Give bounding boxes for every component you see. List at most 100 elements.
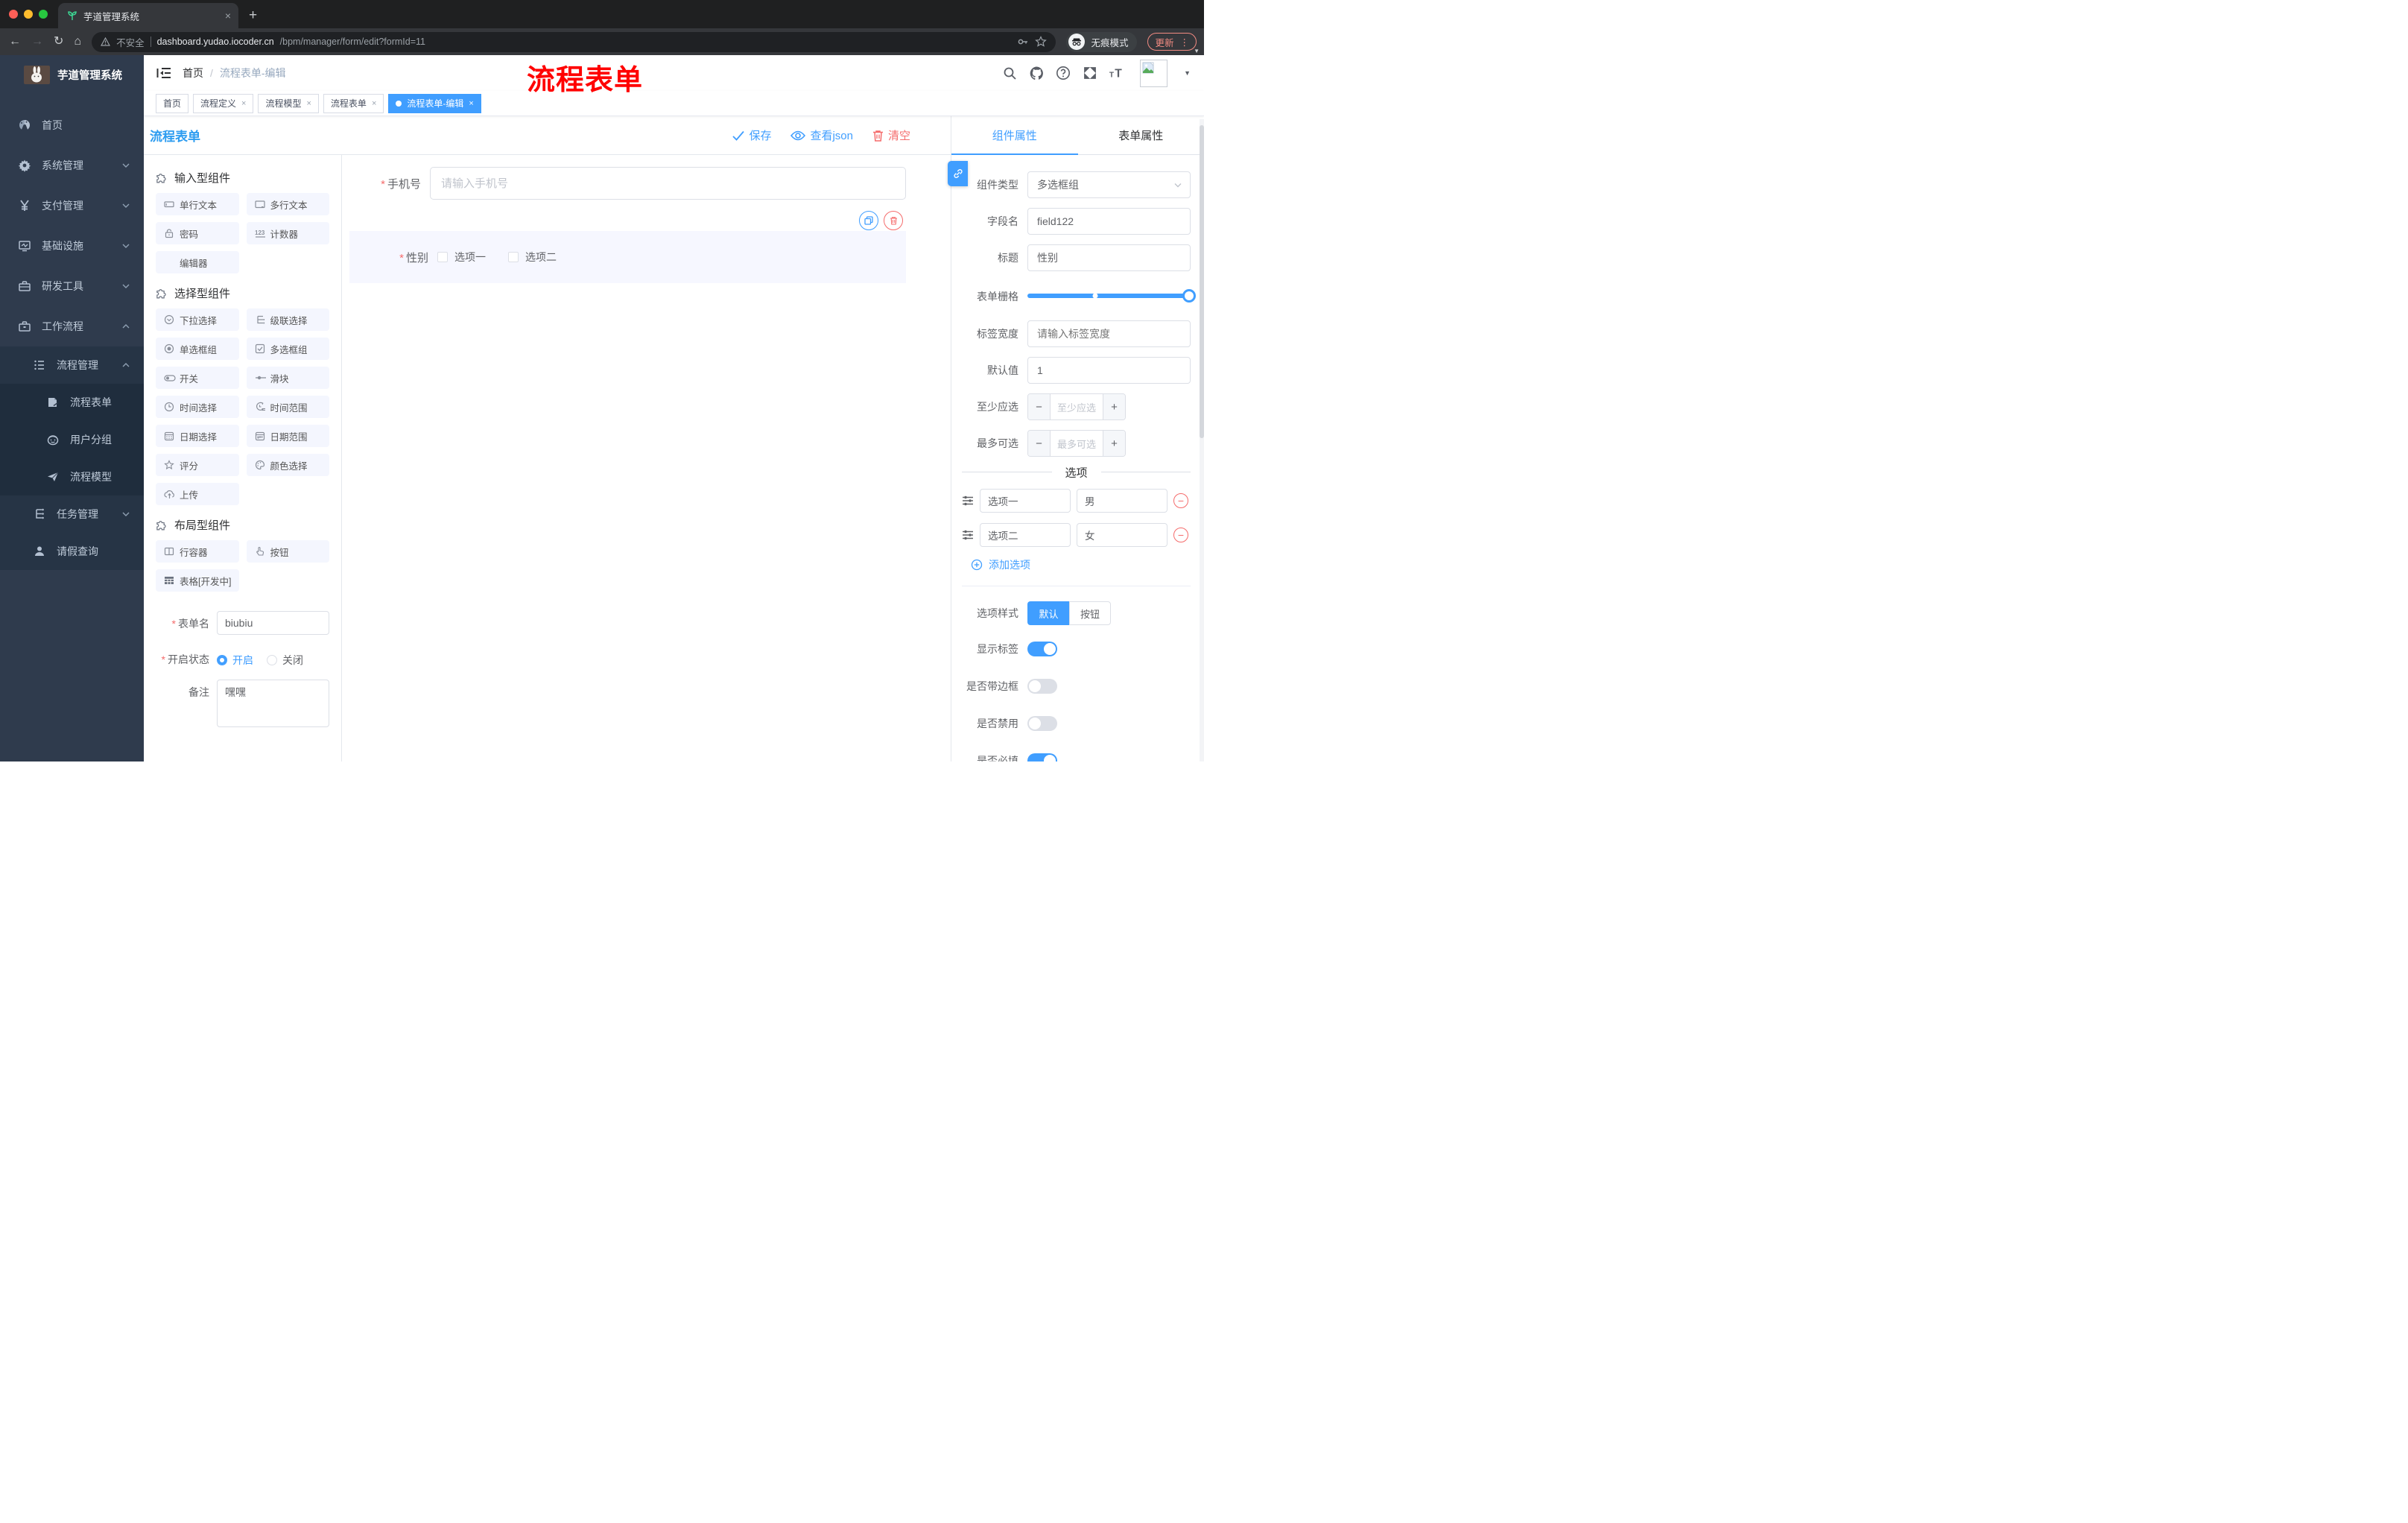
gender-option2-checkbox[interactable]: 选项二 xyxy=(508,250,557,265)
component-table-dev[interactable]: 表格[开发中] xyxy=(156,569,239,592)
component-slider[interactable]: 滑块 xyxy=(246,367,329,389)
stepper-minus-button[interactable]: − xyxy=(1028,431,1051,456)
sidebar-item-workflow[interactable]: 工作流程 xyxy=(0,306,144,346)
sidebar-item-infra[interactable]: 基础设施 xyxy=(0,226,144,266)
option-value-input[interactable] xyxy=(1077,523,1167,547)
stepper-plus-button[interactable]: + xyxy=(1103,431,1125,456)
component-upload[interactable]: 上传 xyxy=(156,483,239,505)
remove-option-button[interactable]: − xyxy=(1173,493,1188,508)
forward-icon[interactable]: → xyxy=(31,36,43,48)
search-icon[interactable] xyxy=(1001,65,1018,81)
scrollbar[interactable] xyxy=(1200,119,1204,762)
add-option-button[interactable]: 添加选项 xyxy=(971,557,1191,572)
component-multi-line-text[interactable]: 多行文本 xyxy=(246,193,329,215)
component-single-line-text[interactable]: 单行文本 xyxy=(156,193,239,215)
tag-close-icon[interactable]: × xyxy=(372,99,376,108)
component-counter[interactable]: 123 计数器 xyxy=(246,222,329,244)
tab-component-props[interactable]: 组件属性 xyxy=(951,116,1078,155)
view-json-button[interactable]: 查看json xyxy=(790,127,853,143)
reload-icon[interactable]: ↻ xyxy=(54,36,63,48)
phone-input[interactable] xyxy=(430,167,906,200)
component-switch[interactable]: 开关 xyxy=(156,367,239,389)
tag-process-form-edit[interactable]: 流程表单-编辑 × xyxy=(388,93,481,113)
password-key-icon[interactable] xyxy=(1017,36,1029,48)
default-value-input[interactable] xyxy=(1027,357,1191,384)
option-label-input[interactable] xyxy=(980,523,1071,547)
sidebar-item-process-form[interactable]: 流程表单 xyxy=(0,384,144,421)
component-date-range[interactable]: 日期范围 xyxy=(246,425,329,447)
option-label-input[interactable] xyxy=(980,489,1071,513)
window-close-button[interactable] xyxy=(9,10,18,19)
github-icon[interactable] xyxy=(1028,65,1045,81)
home-icon[interactable]: ⌂ xyxy=(74,36,81,48)
form-remark-textarea[interactable]: 嘿嘿 xyxy=(217,680,329,727)
component-checkbox-group[interactable]: 多选框组 xyxy=(246,338,329,360)
clear-button[interactable]: 清空 xyxy=(872,127,910,143)
sidebar-item-user-group[interactable]: 用户分组 xyxy=(0,421,144,458)
component-cascader[interactable]: 级联选择 xyxy=(246,308,329,331)
component-row-container[interactable]: 行容器 xyxy=(156,540,239,563)
sidebar-item-leave-query[interactable]: 请假查询 xyxy=(0,533,144,570)
window-zoom-button[interactable] xyxy=(39,10,48,19)
component-color-picker[interactable]: 颜色选择 xyxy=(246,454,329,476)
field-name-input[interactable] xyxy=(1027,208,1191,235)
form-canvas[interactable]: * 手机号 请输入手机号 * 性别 选项一 选项二 xyxy=(342,155,951,762)
status-on-radio[interactable]: 开启 xyxy=(217,653,253,668)
drag-handle-icon[interactable] xyxy=(962,529,974,541)
tab-form-props[interactable]: 表单属性 xyxy=(1078,116,1205,154)
show-label-toggle[interactable] xyxy=(1027,642,1057,656)
canvas-field-gender-selected[interactable]: * 性别 选项一 选项二 xyxy=(349,211,906,283)
drag-handle-icon[interactable] xyxy=(962,495,974,507)
component-time-range[interactable]: 时间范围 xyxy=(246,396,329,418)
save-button[interactable]: 保存 xyxy=(732,127,771,143)
sidebar-item-devtools[interactable]: 研发工具 xyxy=(0,266,144,306)
avatar[interactable] xyxy=(1140,59,1168,87)
status-off-radio[interactable]: 关闭 xyxy=(267,653,303,668)
tag-close-icon[interactable]: × xyxy=(306,99,311,108)
required-toggle[interactable] xyxy=(1027,753,1057,762)
form-grid-slider[interactable] xyxy=(1027,289,1196,303)
sidebar-item-process-mgmt[interactable]: 流程管理 xyxy=(0,346,144,384)
browser-menu-dots-icon[interactable]: ⋮ xyxy=(1180,37,1190,48)
slider-handle[interactable] xyxy=(1182,289,1196,303)
new-tab-button[interactable]: + xyxy=(249,7,257,24)
component-date-picker[interactable]: 日期选择 xyxy=(156,425,239,447)
max-select-value[interactable]: 最多可选 xyxy=(1051,431,1103,456)
tag-close-icon[interactable]: × xyxy=(241,99,246,108)
url-bar[interactable]: 不安全 dashboard.yudao.iocoder.cn /bpm/mana… xyxy=(92,31,1056,52)
back-icon[interactable]: ← xyxy=(9,36,21,48)
link-drawer-handle[interactable] xyxy=(948,161,968,186)
component-time-picker[interactable]: 时间选择 xyxy=(156,396,239,418)
fullscreen-icon[interactable] xyxy=(1082,65,1098,81)
font-size-icon[interactable]: TT xyxy=(1109,65,1125,81)
checkbox-box[interactable] xyxy=(508,252,519,262)
component-radio-group[interactable]: 单选框组 xyxy=(156,338,239,360)
tag-close-icon[interactable]: × xyxy=(469,99,473,108)
sidebar-fold-icon[interactable] xyxy=(156,65,172,81)
gender-option1-checkbox[interactable]: 选项一 xyxy=(437,250,486,265)
remove-option-button[interactable]: − xyxy=(1173,528,1188,542)
window-minimize-button[interactable] xyxy=(24,10,33,19)
avatar-caret-icon[interactable]: ▼ xyxy=(1184,69,1191,77)
breadcrumb-home[interactable]: 首页 xyxy=(183,66,203,80)
option-value-input[interactable] xyxy=(1077,489,1167,513)
delete-component-button[interactable] xyxy=(884,211,903,230)
scrollbar-thumb[interactable] xyxy=(1200,125,1204,438)
bookmark-star-icon[interactable] xyxy=(1035,36,1048,48)
sidebar-item-home[interactable]: 首页 xyxy=(0,105,144,145)
component-password[interactable]: 密码 xyxy=(156,222,239,244)
toolbar-caret-icon[interactable]: ▼ xyxy=(1194,48,1200,54)
with-border-toggle[interactable] xyxy=(1027,679,1057,694)
tab-close-icon[interactable]: × xyxy=(225,10,231,22)
stepper-plus-button[interactable]: + xyxy=(1103,394,1125,419)
sidebar-item-process-model[interactable]: 流程模型 xyxy=(0,458,144,495)
tag-process-definition[interactable]: 流程定义 × xyxy=(193,93,254,113)
browser-tab[interactable]: 芋道管理系统 × xyxy=(58,3,238,28)
component-editor[interactable]: 编辑器 xyxy=(156,251,239,273)
style-button-button[interactable]: 按钮 xyxy=(1069,601,1112,625)
sidebar-item-system[interactable]: 系统管理 xyxy=(0,145,144,186)
style-default-button[interactable]: 默认 xyxy=(1027,601,1069,625)
component-select[interactable]: 下拉选择 xyxy=(156,308,239,331)
title-input[interactable] xyxy=(1027,244,1191,271)
canvas-field-phone[interactable]: * 手机号 xyxy=(349,167,906,200)
